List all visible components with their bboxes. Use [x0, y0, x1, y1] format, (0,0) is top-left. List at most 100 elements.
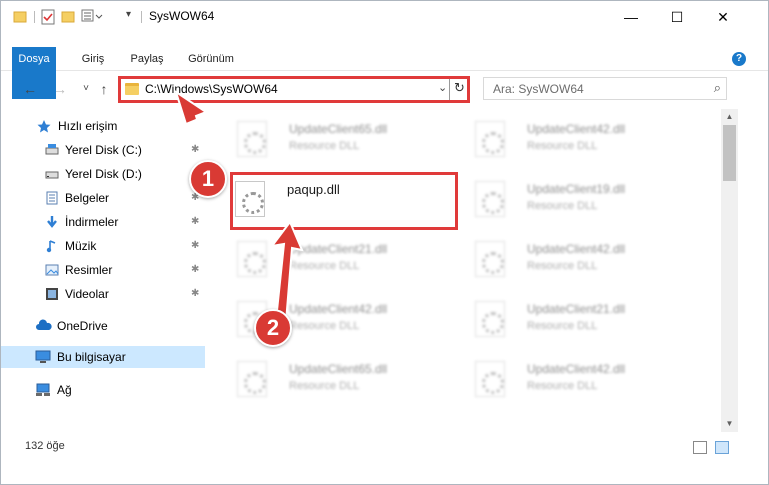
sidebar-item-label: Yerel Disk (C:) — [65, 143, 142, 157]
sidebar-item-local-disk-d[interactable]: Yerel Disk (D:) ✱ — [1, 163, 205, 185]
file-name: UpdateClient21.dll — [289, 242, 388, 256]
pin-icon[interactable]: ✱ — [191, 264, 199, 275]
dll-file-icon — [237, 361, 267, 397]
sidebar-item-this-pc[interactable]: Bu bilgisayar — [1, 346, 205, 368]
file-name: UpdateClient42.dll — [289, 302, 388, 316]
scroll-down-icon[interactable]: ▼ — [721, 416, 738, 432]
pictures-icon — [45, 264, 59, 276]
file-name: UpdateClient65.dll — [289, 122, 388, 136]
list-item[interactable]: UpdateClient42.dll Resource DLL — [455, 233, 675, 285]
sidebar-item-documents[interactable]: Belgeler ✱ — [1, 187, 205, 209]
list-item[interactable]: UpdateClient65.dll Resource DLL — [217, 113, 437, 165]
file-type: Resource DLL — [289, 260, 360, 272]
cloud-icon — [36, 319, 52, 330]
item-count: 132 öğe — [25, 440, 65, 452]
file-name: UpdateClient42.dll — [527, 122, 626, 136]
network-icon — [36, 383, 50, 396]
list-item[interactable]: UpdateClient21.dll Resource DLL — [455, 293, 675, 345]
up-button[interactable]: ↑ — [95, 79, 113, 99]
file-type: Resource DLL — [527, 320, 598, 332]
step-badge-1: 1 — [189, 160, 227, 198]
sidebar-item-label: Yerel Disk (D:) — [65, 167, 142, 181]
sidebar-item-videos[interactable]: Videolar ✱ — [1, 283, 205, 305]
star-icon — [37, 120, 51, 133]
file-type: Resource DLL — [289, 380, 360, 392]
list-item[interactable]: UpdateClient42.dll Resource DLL — [217, 293, 437, 345]
sidebar-item-label: Resimler — [65, 263, 113, 277]
search-placeholder: Ara: SysWOW64 — [493, 82, 584, 96]
list-item[interactable]: UpdateClient42.dll Resource DLL — [455, 113, 675, 165]
tab-share[interactable]: Paylaş — [125, 47, 169, 71]
list-item[interactable]: UpdateClient42.dll Resource DLL — [455, 353, 675, 405]
sidebar-item-label: Videolar — [65, 287, 109, 301]
sidebar-item-downloads[interactable]: İndirmeler ✱ — [1, 211, 205, 233]
list-item-paqup-dll[interactable]: paqup.dll — [215, 173, 435, 225]
recent-locations-button[interactable]: ˅ — [77, 79, 95, 99]
view-options-icon[interactable] — [81, 9, 103, 25]
maximize-button[interactable]: ☐ — [654, 1, 700, 33]
toolbar-separator — [141, 11, 142, 23]
pin-icon[interactable]: ✱ — [191, 144, 199, 155]
file-name: UpdateClient65.dll — [289, 362, 388, 376]
file-type: Resource DLL — [289, 320, 360, 332]
search-icon[interactable]: ⌕ — [714, 80, 721, 96]
list-item[interactable]: UpdateClient65.dll Resource DLL — [217, 353, 437, 405]
customize-toolbar-icon[interactable]: ▾ — [126, 9, 136, 25]
dll-file-icon — [237, 241, 267, 277]
new-folder-icon[interactable] — [61, 9, 75, 25]
file-name: paqup.dll — [287, 182, 340, 197]
scrollbar-thumb[interactable] — [723, 125, 736, 181]
address-separator — [449, 79, 450, 100]
folder-icon[interactable] — [13, 9, 27, 25]
chevron-down-icon[interactable]: ⌄ — [438, 81, 447, 94]
details-view-icon[interactable] — [693, 441, 707, 454]
dll-file-icon — [475, 181, 505, 217]
tab-home[interactable]: Giriş — [73, 47, 113, 71]
tab-view[interactable]: Görünüm — [181, 47, 241, 71]
file-name: UpdateClient42.dll — [527, 242, 626, 256]
file-type: Resource DLL — [527, 200, 598, 212]
address-bar[interactable]: C:\Windows\SysWOW64 ⌄ ↻ — [118, 76, 470, 103]
list-item[interactable]: UpdateClient21.dll Resource DLL — [217, 233, 437, 285]
dll-file-icon — [237, 121, 267, 157]
pin-icon[interactable]: ✱ — [191, 216, 199, 227]
search-input[interactable]: Ara: SysWOW64 ⌕ — [483, 77, 727, 100]
close-button[interactable]: ✕ — [700, 1, 746, 33]
sidebar-item-label: Ağ — [57, 383, 72, 397]
download-icon — [47, 216, 57, 228]
sidebar-item-music[interactable]: Müzik ✱ — [1, 235, 205, 257]
address-path[interactable]: C:\Windows\SysWOW64 — [145, 82, 278, 96]
video-icon — [46, 288, 58, 300]
help-icon[interactable]: ? — [732, 52, 746, 66]
status-bar: 132 öğe — [1, 437, 768, 459]
sidebar-item-pictures[interactable]: Resimler ✱ — [1, 259, 205, 281]
toolbar-separator — [34, 11, 35, 23]
sidebar-item-quick-access[interactable]: Hızlı erişim — [1, 115, 205, 137]
file-type: Resource DLL — [527, 260, 598, 272]
file-explorer-window: ▾ SysWOW64 — ☐ ✕ Dosya Giriş Paylaş Görü… — [0, 0, 769, 485]
title-bar: ▾ SysWOW64 — ☐ ✕ — [1, 1, 768, 33]
pin-icon[interactable]: ✱ — [191, 288, 199, 299]
documents-icon — [46, 191, 58, 205]
pin-icon[interactable]: ✱ — [191, 240, 199, 251]
music-icon — [46, 240, 56, 253]
sidebar-item-local-disk-c[interactable]: Yerel Disk (C:) ✱ — [1, 139, 205, 161]
scroll-up-icon[interactable]: ▲ — [721, 109, 738, 125]
sidebar-item-label: Bu bilgisayar — [57, 350, 126, 364]
sidebar-item-network[interactable]: Ağ — [1, 379, 205, 401]
vertical-scrollbar[interactable]: ▲ ▼ — [721, 109, 738, 432]
back-button[interactable]: ← — [21, 79, 39, 99]
file-type: Resource DLL — [289, 140, 360, 152]
list-item[interactable]: UpdateClient19.dll Resource DLL — [455, 173, 675, 225]
sidebar-item-onedrive[interactable]: OneDrive — [1, 315, 205, 337]
large-icons-view-icon[interactable] — [715, 441, 729, 454]
refresh-icon[interactable]: ↻ — [454, 80, 465, 96]
sidebar-item-label: OneDrive — [57, 319, 108, 333]
navigation-pane: Hızlı erişim Yerel Disk (C:) ✱ Yerel Dis… — [1, 109, 206, 432]
forward-button[interactable]: → — [51, 79, 69, 99]
navigation-bar: ← → ˅ ↑ C:\Windows\SysWOW64 ⌄ ↻ Ara: Sys… — [1, 73, 768, 105]
properties-icon[interactable] — [41, 9, 55, 25]
folder-icon — [125, 83, 139, 95]
minimize-button[interactable]: — — [608, 1, 654, 33]
file-name: UpdateClient21.dll — [527, 302, 626, 316]
